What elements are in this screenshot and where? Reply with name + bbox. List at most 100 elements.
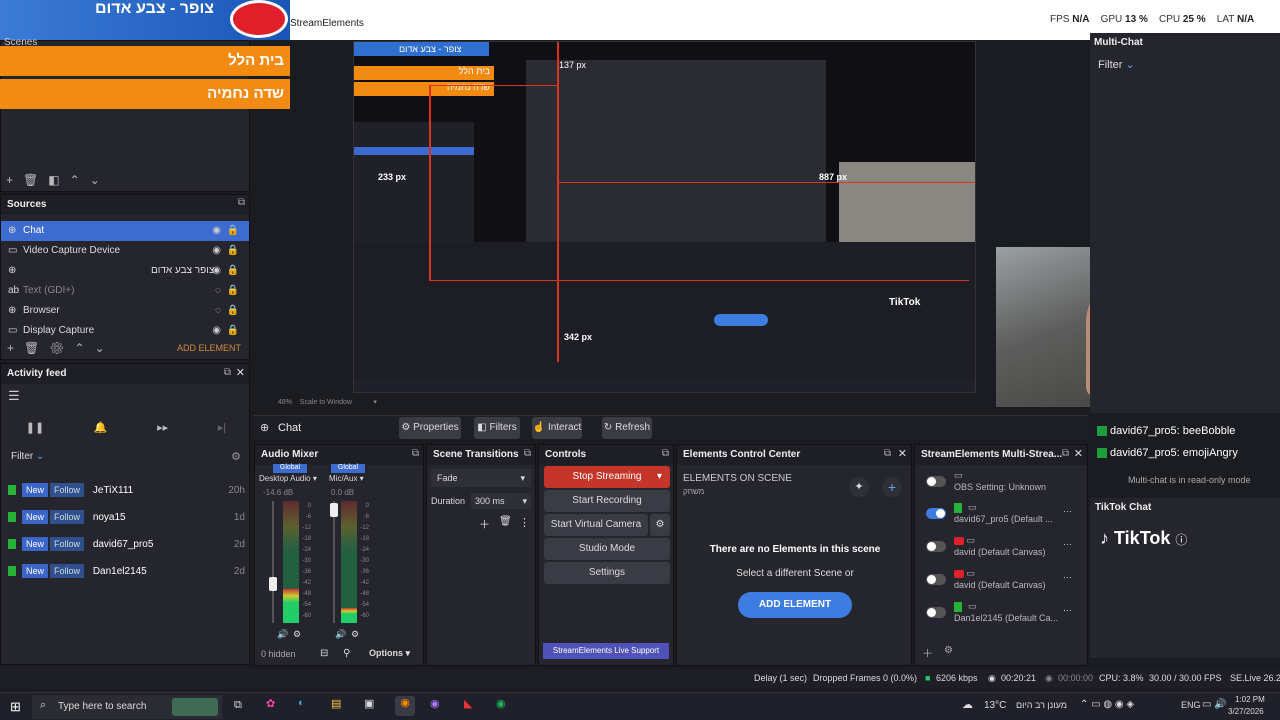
volume-icon[interactable]: 🔊: [335, 629, 346, 640]
feed-row[interactable]: New Follow Dan1el2145 2d: [1, 558, 251, 585]
add-element-button[interactable]: ADD ELEMENT: [738, 592, 852, 618]
undock-icon[interactable]: ⧉: [412, 448, 419, 459]
gear-icon[interactable]: ⚙: [944, 645, 953, 656]
copilot-icon[interactable]: ✿: [266, 697, 275, 710]
source-item-text[interactable]: ab Text (GDI+) ◌ 🔒: [1, 281, 249, 301]
chevron-down-icon[interactable]: ▾: [657, 466, 662, 488]
ch1-fader[interactable]: [269, 576, 277, 591]
filter-icon[interactable]: ◧: [48, 173, 59, 187]
gear-icon[interactable]: ⚙: [650, 514, 670, 536]
volume-icon[interactable]: 🔊: [277, 629, 288, 640]
stream-toggle[interactable]: [926, 607, 946, 618]
eye-icon[interactable]: ◉: [212, 241, 221, 261]
lock-icon[interactable]: 🔒: [227, 301, 239, 321]
ch2-name[interactable]: Mic/Aux ▾: [329, 474, 364, 483]
eye-icon[interactable]: ◉: [212, 221, 221, 241]
multichat-filter[interactable]: Filter ⌄: [1098, 58, 1135, 71]
ch2-settings-icon[interactable]: ⚙: [351, 629, 359, 640]
clock-time[interactable]: 1:02 PM: [1235, 695, 1265, 704]
streamelements-icon[interactable]: ◣: [464, 697, 472, 710]
duration-input[interactable]: 300 ms ▾: [471, 493, 531, 509]
stop-streaming-button[interactable]: Stop Streaming ▾: [544, 466, 670, 488]
source-item-video[interactable]: ▭ Video Capture Device ◉ 🔒: [1, 241, 249, 261]
start-virtual-camera-button[interactable]: Start Virtual Camera: [544, 514, 648, 536]
source-item-display[interactable]: ▭ Display Capture ◉ 🔒: [1, 321, 249, 341]
language[interactable]: ENG: [1181, 700, 1201, 710]
store-icon[interactable]: ▣: [364, 697, 374, 710]
add-icon[interactable]: ＋: [479, 516, 490, 532]
taskbar-search[interactable]: ⌕ Type here to search: [32, 695, 222, 719]
undock-icon[interactable]: ⧉: [1062, 448, 1069, 459]
more-icon[interactable]: ⋯: [1063, 506, 1072, 517]
ch1-settings-icon[interactable]: ⚙: [293, 629, 301, 640]
eye-hidden-icon[interactable]: ◌: [215, 281, 221, 301]
interact-button[interactable]: ☝ Interact: [532, 417, 582, 439]
ch2-fader[interactable]: [330, 503, 338, 518]
feed-row[interactable]: New Follow noya15 1d: [1, 504, 251, 531]
lock-icon[interactable]: 🔒: [227, 221, 239, 241]
more-icon[interactable]: ⋯: [1063, 605, 1072, 616]
stream-toggle[interactable]: [926, 574, 946, 585]
scene-item-2[interactable]: שדה נחמיה: [0, 79, 290, 109]
settings-button[interactable]: Settings: [544, 562, 670, 584]
help-icon[interactable]: ⓘ: [1175, 533, 1187, 547]
add-icon[interactable]: +: [7, 341, 14, 355]
magic-icon[interactable]: ✦: [849, 477, 869, 497]
filters-button[interactable]: ◧ Filters: [474, 417, 520, 439]
live-support-link[interactable]: StreamElements Live Support: [543, 643, 669, 659]
start-recording-button[interactable]: Start Recording: [544, 490, 670, 512]
lock-icon[interactable]: 🔒: [227, 261, 239, 281]
obs-icon[interactable]: ◉: [430, 697, 440, 710]
undock-icon[interactable]: ⧉: [662, 448, 669, 459]
tray-icons[interactable]: ⌃ ▭ ◍ ◉ ◈: [1080, 699, 1134, 710]
layout-icon[interactable]: ⊟: [320, 648, 328, 659]
more-icon[interactable]: ⋯: [1063, 539, 1072, 550]
edge-icon[interactable]: ◐: [298, 697, 305, 709]
spinner-icon[interactable]: ▾: [522, 496, 527, 507]
down-icon[interactable]: ⌄: [90, 173, 100, 187]
stream-toggle[interactable]: [926, 476, 946, 487]
gear-icon[interactable]: ⚙: [49, 341, 64, 355]
source-item-chat[interactable]: ⊕ Chat ◉ 🔒: [1, 221, 249, 241]
trash-icon[interactable]: 🗑: [24, 341, 39, 355]
eye-icon[interactable]: ◉: [212, 261, 221, 281]
feed-row[interactable]: New Follow david67_pro5 2d: [1, 531, 251, 558]
clock-date[interactable]: 3/27/2026: [1228, 707, 1264, 716]
mixer-options[interactable]: Options ▾: [369, 648, 410, 659]
bell-icon[interactable]: 🔔: [94, 421, 108, 434]
windows-icon[interactable]: ⊞: [10, 699, 21, 715]
source-item-browser[interactable]: ⊕ Browser ◌ 🔒: [1, 301, 249, 321]
undock-icon[interactable]: ⧉: [884, 448, 891, 459]
transition-select[interactable]: Fade ▾: [431, 469, 531, 487]
trash-icon[interactable]: 🗑: [499, 516, 512, 527]
firefox-icon[interactable]: ◉: [395, 696, 415, 716]
pause-icon[interactable]: ❚❚: [26, 421, 44, 434]
undock-icon[interactable]: ⧉: [238, 197, 245, 208]
studio-mode-button[interactable]: Studio Mode: [544, 538, 670, 560]
lock-icon[interactable]: 🔒: [227, 321, 239, 341]
feed-filter[interactable]: Filter ⌄: [11, 451, 44, 462]
skip-icon[interactable]: ▸▸: [157, 421, 168, 434]
eye-hidden-icon[interactable]: ◌: [215, 301, 221, 321]
gear-icon[interactable]: ⚙: [231, 450, 241, 463]
ch1-name[interactable]: Desktop Audio ▾: [259, 474, 317, 483]
close-icon[interactable]: ✕: [236, 366, 245, 379]
lock-icon[interactable]: 🔒: [227, 241, 239, 261]
close-icon[interactable]: ✕: [1074, 447, 1083, 460]
feed-row[interactable]: New Follow JeTiX111 20h: [1, 477, 251, 504]
up-icon[interactable]: ⌃: [70, 173, 80, 187]
link-icon[interactable]: ⚲: [343, 648, 350, 659]
more-icon[interactable]: ⋮: [519, 516, 530, 529]
undock-icon[interactable]: ⧉: [524, 448, 531, 459]
refresh-button[interactable]: ↻ Refresh: [602, 417, 652, 439]
stream-toggle[interactable]: [926, 541, 946, 552]
undock-icon[interactable]: ⧉: [224, 367, 231, 378]
add-icon[interactable]: +: [882, 477, 902, 497]
eye-icon[interactable]: ◉: [212, 321, 221, 341]
add-icon[interactable]: ＋: [922, 645, 933, 661]
explorer-icon[interactable]: ▤: [331, 697, 341, 710]
close-icon[interactable]: ✕: [898, 447, 907, 460]
lock-icon[interactable]: 🔒: [227, 281, 239, 301]
preview-canvas[interactable]: צופר - צבע אדום בית הלל שדה נחמיה 137 px…: [353, 41, 976, 393]
properties-button[interactable]: ⚙ Properties: [399, 417, 461, 439]
